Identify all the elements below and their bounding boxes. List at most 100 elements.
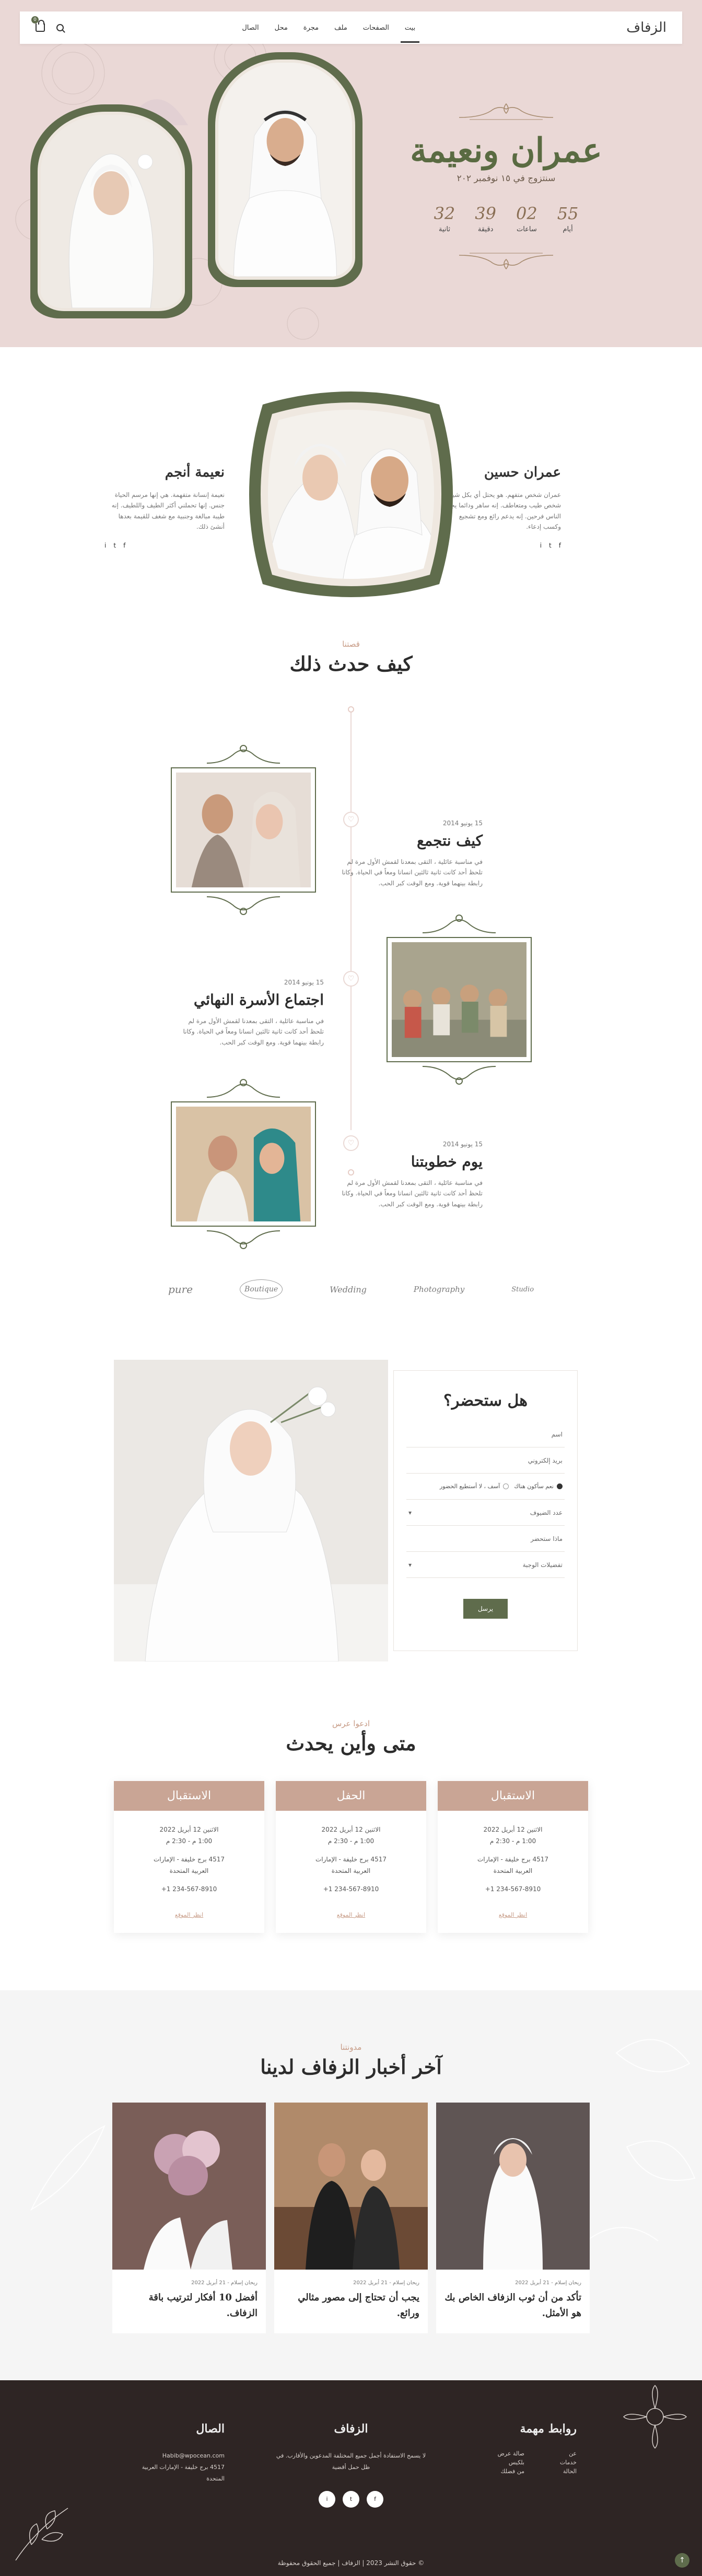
attend-yes-radio[interactable]: نعم سأكون هناك bbox=[514, 1483, 563, 1490]
blog-post-image bbox=[274, 2102, 428, 2270]
guests-select[interactable]: عدد الضيوف ▾ bbox=[406, 1500, 565, 1526]
nav-link-home[interactable]: بيت bbox=[400, 13, 420, 43]
story-heading: يوم خطوبتنا bbox=[411, 1153, 483, 1170]
attend-no-radio[interactable]: آسف ، لا أستطيع الحضور bbox=[440, 1483, 509, 1490]
nav-link-gallery[interactable]: مجرة bbox=[301, 13, 321, 43]
event-time: 1:00 م - 2:30 م bbox=[327, 1837, 375, 1845]
blog-post-title[interactable]: يجب أن تحتاج إلى مصور مثالي ورائع. bbox=[274, 2290, 428, 2333]
event-details: الاثنين 12 أبريل 2022 1:00 م - 2:30 م 45… bbox=[276, 1811, 426, 1920]
blog-post-card[interactable]: ريحان إسلام - 21 أبريل 2022 تأكد من أن ث… bbox=[436, 2102, 590, 2333]
groom-arch-frame bbox=[208, 52, 362, 287]
site-logo[interactable]: الزفاف bbox=[626, 20, 666, 35]
footer-link[interactable]: عن bbox=[524, 2450, 577, 2457]
story-heading: اجتماع الأسرة النهائي bbox=[193, 991, 324, 1008]
bride-name: نعيمة أنجم bbox=[165, 465, 225, 480]
see-location-link[interactable]: انظر الموقع bbox=[124, 1910, 254, 1920]
nav-link-contact[interactable]: الصال bbox=[240, 13, 261, 43]
nav-link-pages[interactable]: الصفحات bbox=[361, 13, 391, 43]
story-paragraph: في مناسبة عائلية ، التقى بمعدنا لقمش الأ… bbox=[342, 1179, 483, 1208]
ornament-icon bbox=[422, 915, 496, 933]
hero-section: الزفاف بيت الصفحات ملف مجرة محل الصال 0 bbox=[0, 0, 702, 347]
see-location-link[interactable]: انظر الموقع bbox=[448, 1910, 578, 1920]
blog-section: مدونتنا آخر أخبار الزفاف لدينا ريحان إسل… bbox=[0, 1990, 702, 2380]
story-image bbox=[392, 942, 526, 1057]
countdown-minutes: 39 دقيقة bbox=[475, 204, 496, 233]
footer-links: عن صالة عرض خدمات بلكيس الحالة من فضلك bbox=[472, 2450, 577, 2475]
blog-post-card[interactable]: ريحان إسلام - 21 أبريل 2022 أفضل 10 أفكا… bbox=[112, 2102, 266, 2333]
footer-address: المتحدة bbox=[206, 2475, 225, 2482]
meal-field[interactable]: ماذا ستحضر bbox=[406, 1526, 565, 1552]
blog-post-image bbox=[112, 2102, 266, 2270]
twitter-icon[interactable]: t bbox=[549, 542, 552, 549]
blog-post-card[interactable]: ريحان إسلام - 21 أبريل 2022 يجب أن تحتاج… bbox=[274, 2102, 428, 2333]
story-text-2: 15 يونيو 2014 اجتماع الأسرة النهائي في م… bbox=[178, 979, 324, 1048]
footer-link[interactable]: بلكيس bbox=[472, 2459, 524, 2466]
twitter-icon[interactable]: t bbox=[343, 2490, 359, 2508]
blog-post-title[interactable]: أفضل 10 أفكار لترتيب باقة الزفاف. bbox=[112, 2290, 266, 2333]
bride-info: نعيمة أنجم نعيمة إنسانة متفهمة. هي إنها … bbox=[104, 465, 225, 549]
countdown-label: أيام bbox=[563, 225, 573, 233]
story-text-3: 15 يونيو 2014 يوم خطوبتنا في مناسبة عائل… bbox=[336, 1141, 483, 1209]
guests-placeholder: عدد الضيوف bbox=[530, 1509, 563, 1516]
footer-brand: الزفاف bbox=[334, 2421, 368, 2436]
event-details: الاثنين 12 أبريل 2022 1:00 م - 2:30 م 45… bbox=[114, 1811, 264, 1920]
facebook-icon[interactable]: f bbox=[559, 542, 561, 549]
see-location-link[interactable]: انظر الموقع bbox=[286, 1910, 416, 1920]
brand-logo: Wedding bbox=[330, 1284, 367, 1295]
meal-preference-select[interactable]: تفضيلات الوجبة ▾ bbox=[406, 1552, 565, 1578]
facebook-icon[interactable]: f bbox=[123, 542, 125, 549]
story-text-1: 15 يونيو 2014 كيف نتجمع في مناسبة عائلية… bbox=[336, 820, 483, 888]
name-field[interactable]: اسم bbox=[406, 1421, 565, 1447]
scroll-to-top-button[interactable]: ↑ bbox=[675, 2553, 689, 2568]
story-date: 15 يونيو 2014 bbox=[442, 1141, 483, 1148]
brand-logo: Photography bbox=[413, 1285, 465, 1294]
footer-link[interactable]: الحالة bbox=[524, 2468, 577, 2475]
radio-dot bbox=[503, 1483, 509, 1489]
event-phone: +1 234-567-8910 bbox=[323, 1885, 379, 1893]
event-time: 1:00 م - 2:30 م bbox=[489, 1837, 536, 1845]
countdown-days: 55 أيام bbox=[557, 204, 579, 233]
couple-photo-frame bbox=[242, 389, 460, 600]
nav-link-file[interactable]: ملف bbox=[332, 13, 349, 43]
cart-icon[interactable]: 0 bbox=[31, 16, 45, 32]
event-card: الحفل الاثنين 12 أبريل 2022 1:00 م - 2:3… bbox=[276, 1781, 426, 1933]
footer-email[interactable]: Habib@wpocean.com bbox=[131, 2450, 225, 2462]
nav-icons: 0 bbox=[31, 16, 64, 32]
footer-link[interactable]: صالة عرض bbox=[472, 2450, 524, 2457]
blog-post-title[interactable]: تأكد من أن ثوب الزفاف الخاص بك هو الأمثل… bbox=[436, 2290, 590, 2333]
when-title: متى وأين يحدث bbox=[286, 1731, 416, 1755]
instagram-icon[interactable]: i bbox=[540, 542, 542, 549]
event-card: الاستقبال الاثنين 12 أبريل 2022 1:00 م -… bbox=[114, 1781, 264, 1933]
flower-decoration-icon bbox=[623, 2384, 687, 2449]
search-icon[interactable] bbox=[56, 24, 64, 31]
instagram-icon[interactable]: i bbox=[104, 542, 106, 549]
couple-section: عمران حسين عمران شخص متفهم. هو يحتل أي ب… bbox=[0, 347, 702, 639]
facebook-icon[interactable]: f bbox=[367, 2490, 383, 2508]
story-date: 15 يونيو 2014 bbox=[284, 979, 324, 986]
email-field[interactable]: بريد إلكتروني bbox=[406, 1447, 565, 1474]
instagram-icon[interactable]: i bbox=[319, 2490, 335, 2508]
footer-link[interactable]: خدمات bbox=[524, 2459, 577, 2466]
rsvp-form-wrapper: هل ستحضر؟ اسم بريد إلكتروني نعم سأكون هن… bbox=[388, 1360, 588, 1661]
countdown-label: ثانية bbox=[438, 225, 450, 233]
nav-links: بيت الصفحات ملف مجرة محل الصال bbox=[240, 13, 420, 43]
story-photo-1 bbox=[171, 745, 316, 915]
event-date: الاثنين 12 أبريل 2022 bbox=[483, 1826, 543, 1833]
countdown-hours: 02 ساعات bbox=[516, 204, 537, 233]
story-photo-3 bbox=[171, 1079, 316, 1249]
ornament-icon bbox=[206, 896, 280, 915]
when-where-section: ادعوا عرس متى وأين يحدث الاستقبال الاثني… bbox=[0, 1719, 702, 1933]
twitter-icon[interactable]: t bbox=[113, 542, 116, 549]
nav-link-shop[interactable]: محل bbox=[273, 13, 290, 43]
blog-posts-list: ريحان إسلام - 21 أبريل 2022 تأكد من أن ث… bbox=[0, 2102, 702, 2333]
event-details: الاثنين 12 أبريل 2022 1:00 م - 2:30 م 45… bbox=[438, 1811, 588, 1920]
event-date: الاثنين 12 أبريل 2022 bbox=[321, 1826, 381, 1833]
event-time: 1:00 م - 2:30 م bbox=[166, 1837, 213, 1845]
countdown-value: 02 bbox=[516, 204, 537, 223]
email-placeholder: بريد إلكتروني bbox=[528, 1456, 563, 1464]
event-address: العربية المتحدة bbox=[331, 1867, 371, 1874]
footer-copyright: © حقوق النشر 2023 | الزفاف | جميع الحقوق… bbox=[277, 2559, 425, 2567]
submit-button[interactable]: يرسل bbox=[463, 1599, 508, 1619]
brand-logo: Boutique bbox=[240, 1279, 283, 1299]
footer-link[interactable]: من فضلك bbox=[472, 2468, 524, 2475]
